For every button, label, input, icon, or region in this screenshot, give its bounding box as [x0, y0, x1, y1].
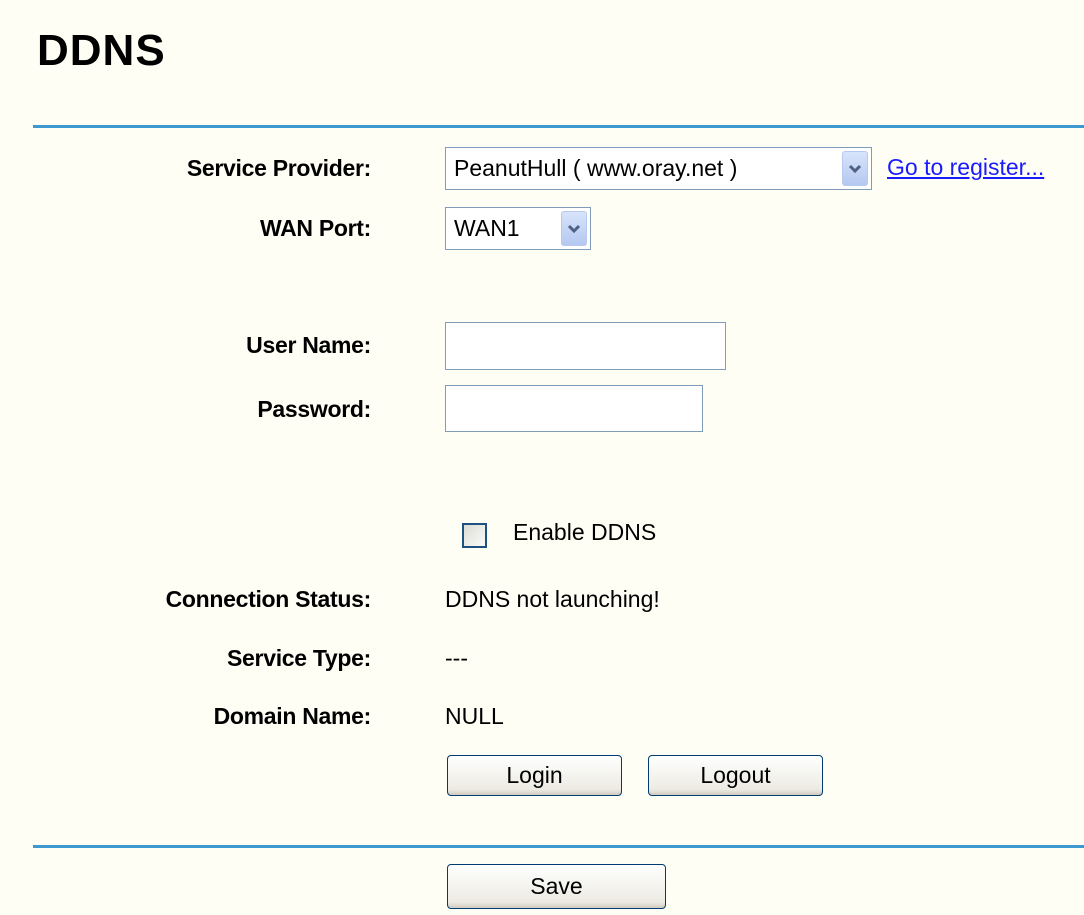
wan-port-selected-value: WAN1: [454, 215, 520, 241]
service-type-label: Service Type:: [227, 645, 371, 671]
page-title: DDNS: [37, 26, 166, 75]
user-name-label: User Name:: [246, 332, 371, 358]
domain-name-label: Domain Name:: [213, 703, 372, 729]
password-label: Password:: [257, 396, 371, 422]
bottom-divider: [33, 845, 1084, 848]
wan-port-label: WAN Port:: [259, 215, 371, 241]
domain-name-value: NULL: [445, 703, 504, 729]
password-input[interactable]: [445, 385, 703, 432]
connection-status-label: Connection Status:: [165, 586, 372, 612]
top-divider: [33, 125, 1084, 128]
save-button[interactable]: Save: [447, 864, 666, 909]
service-provider-select[interactable]: PeanutHull ( www.oray.net ): [445, 147, 872, 190]
connection-status-value: DDNS not launching!: [445, 586, 660, 612]
enable-ddns-checkbox[interactable]: [462, 523, 487, 548]
go-to-register-link[interactable]: Go to register...: [887, 154, 1044, 181]
service-type-value: ---: [445, 645, 468, 671]
service-provider-selected-value: PeanutHull ( www.oray.net ): [454, 155, 738, 181]
chevron-down-icon[interactable]: [561, 211, 587, 246]
enable-ddns-label: Enable DDNS: [513, 519, 657, 545]
logout-button[interactable]: Logout: [648, 755, 823, 796]
user-name-input[interactable]: [445, 322, 726, 370]
chevron-down-icon[interactable]: [842, 151, 868, 186]
wan-port-select[interactable]: WAN1: [445, 207, 591, 250]
service-provider-label: Service Provider:: [186, 155, 371, 181]
login-button[interactable]: Login: [447, 755, 622, 796]
